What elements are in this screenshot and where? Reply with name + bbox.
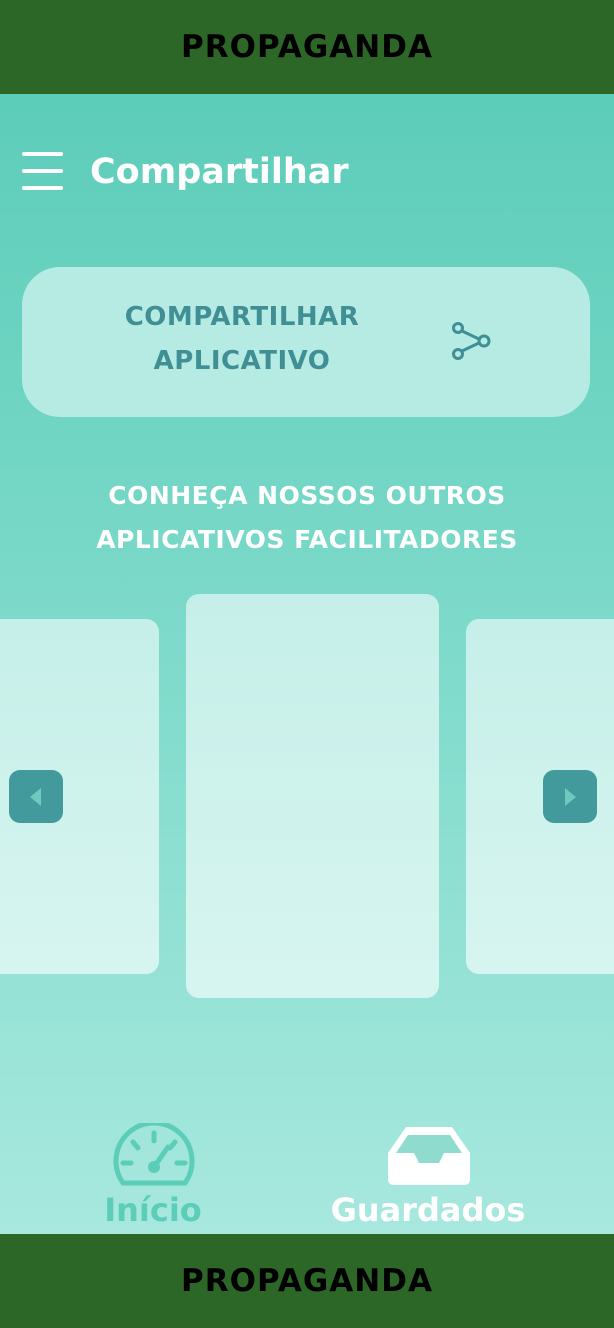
nav-item-inicio[interactable]: Início [33,1119,273,1229]
main-content: Compartilhar COMPARTILHAR APLICATIVO CON… [0,94,614,1234]
share-app-button[interactable]: COMPARTILHAR APLICATIVO [22,267,590,417]
speedometer-icon [113,1123,195,1186]
hamburger-menu-icon[interactable] [22,152,63,190]
app-card-current[interactable] [186,594,439,998]
nav-label-inicio: Início [104,1191,202,1229]
inbox-tray-icon [388,1127,470,1185]
nav-item-guardados[interactable]: Guardados [308,1119,548,1229]
chevron-left-icon [30,787,41,806]
page-title: Compartilhar [90,152,349,192]
share-app-label: COMPARTILHAR APLICATIVO [124,302,360,376]
ad-label: PROPAGANDA [181,1263,433,1299]
other-apps-heading: CONHEÇA NOSSOS OUTROS APLICATIVOS FACILI… [96,481,518,554]
nav-label-guardados: Guardados [330,1191,526,1229]
top-ad-banner[interactable]: PROPAGANDA [0,0,614,94]
carousel-prev-button[interactable] [9,770,63,823]
ad-label: PROPAGANDA [181,29,433,65]
share-icon [452,322,491,360]
bottom-ad-banner[interactable]: PROPAGANDA [0,1234,614,1328]
header: Compartilhar [0,148,614,196]
chevron-right-icon [565,787,576,806]
carousel-next-button[interactable] [543,770,597,823]
